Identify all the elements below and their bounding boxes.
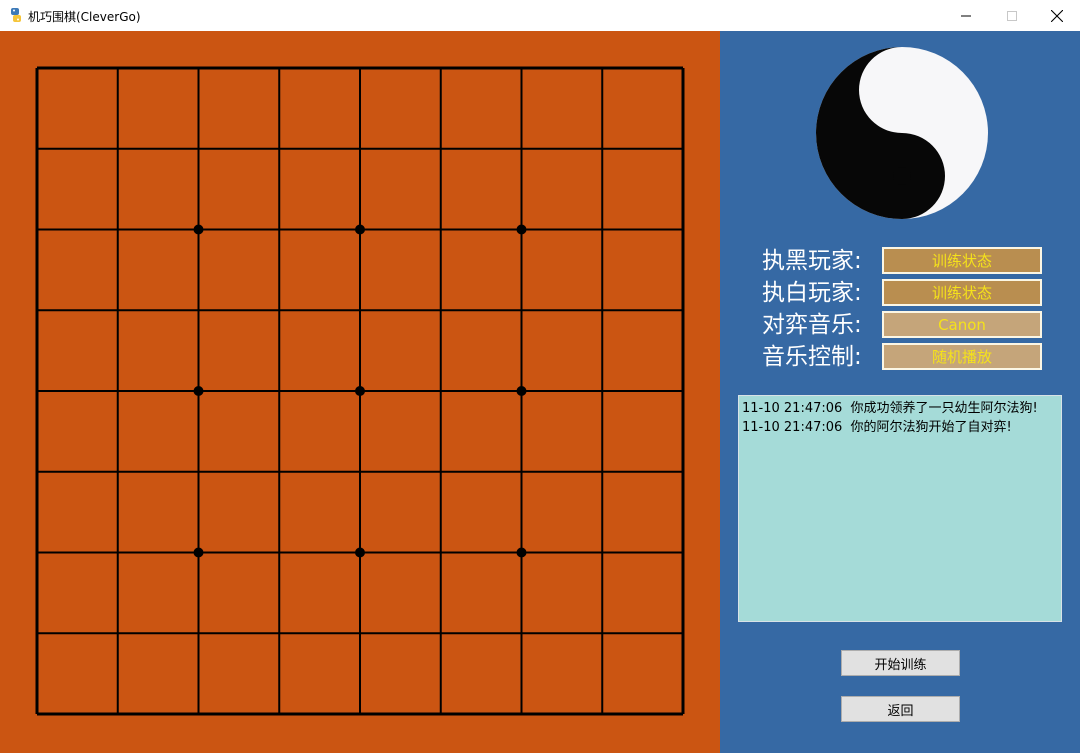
maximize-button[interactable] (989, 0, 1035, 31)
star-point (193, 386, 204, 396)
star-point (355, 224, 365, 235)
minimize-button[interactable] (943, 0, 989, 31)
black-player-label: 执黑玩家: (762, 248, 862, 274)
go-board[interactable] (35, 66, 685, 716)
log-line: 11-10 21:47:06 你的阿尔法狗开始了自对弈! (742, 420, 1012, 435)
close-icon (1051, 9, 1063, 22)
log-line: 11-10 21:47:06 你成功领养了一只幼生阿尔法狗! (742, 401, 1038, 416)
python-icon (11, 8, 21, 22)
back-button[interactable]: 返回 (841, 696, 960, 722)
white-player-field[interactable]: 训练状态 (882, 279, 1042, 306)
star-point (355, 547, 365, 558)
star-point (516, 547, 527, 558)
music-field[interactable]: Canon (882, 311, 1042, 338)
star-point (355, 386, 365, 396)
black-player-field[interactable]: 训练状态 (882, 247, 1042, 274)
start-training-button[interactable]: 开始训练 (841, 650, 960, 676)
star-point (193, 547, 204, 558)
star-point (516, 224, 527, 235)
star-point (193, 224, 204, 235)
star-point (516, 386, 527, 396)
yin-yang-logo (816, 47, 988, 219)
message-log[interactable]: 11-10 21:47:06 你成功领养了一只幼生阿尔法狗! 11-10 21:… (738, 395, 1062, 622)
music-control-label: 音乐控制: (762, 344, 862, 370)
maximize-icon (1007, 10, 1017, 21)
white-player-label: 执白玩家: (762, 280, 862, 306)
window-title: 机巧围棋(CleverGo) (28, 10, 141, 24)
music-label: 对弈音乐: (762, 312, 862, 338)
title-bar: 机巧围棋(CleverGo) (0, 0, 1080, 32)
music-control-field[interactable]: 随机播放 (882, 343, 1042, 370)
minimize-icon (961, 15, 971, 16)
close-button[interactable] (1034, 0, 1080, 31)
